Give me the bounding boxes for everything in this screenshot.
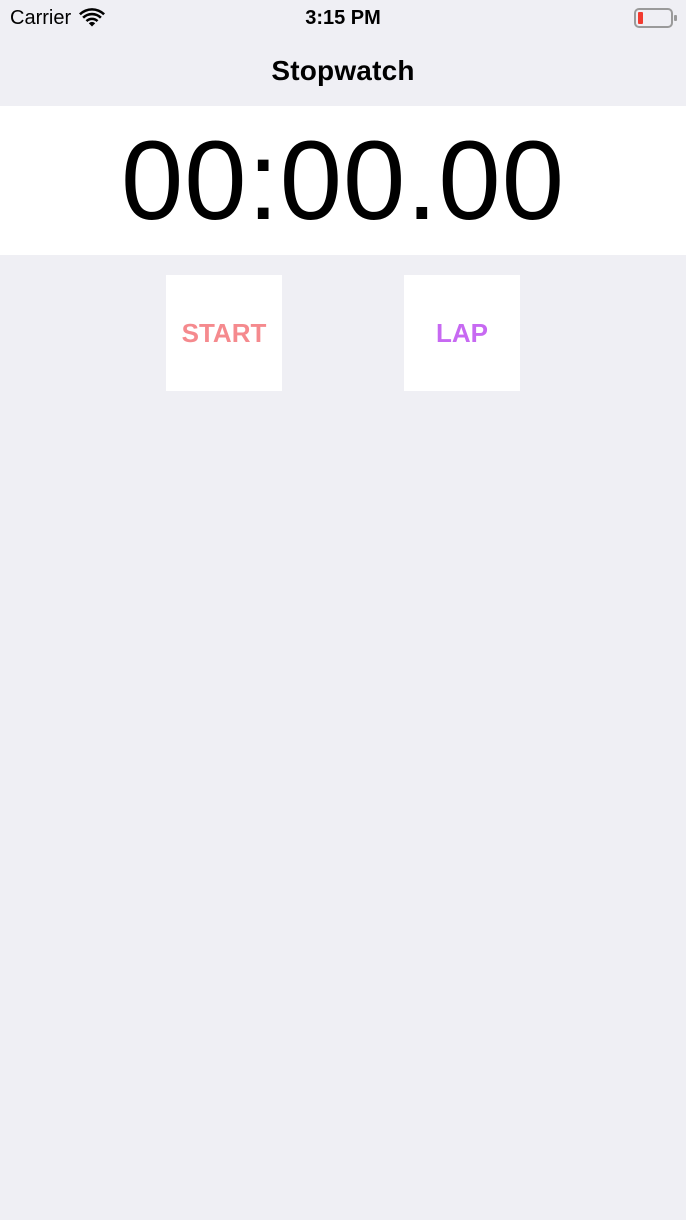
status-time: 3:15 PM <box>305 7 381 29</box>
timer-panel: 00:00.00 <box>0 106 686 255</box>
battery-icon <box>634 8 677 28</box>
lap-button[interactable]: LAP <box>404 275 520 391</box>
page-title: Stopwatch <box>271 55 415 86</box>
status-bar: Carrier 3:15 PM <box>0 0 686 36</box>
timer-display: 00:00.00 <box>121 118 565 243</box>
navigation-bar: Stopwatch <box>0 36 686 106</box>
start-button[interactable]: START <box>166 275 282 391</box>
